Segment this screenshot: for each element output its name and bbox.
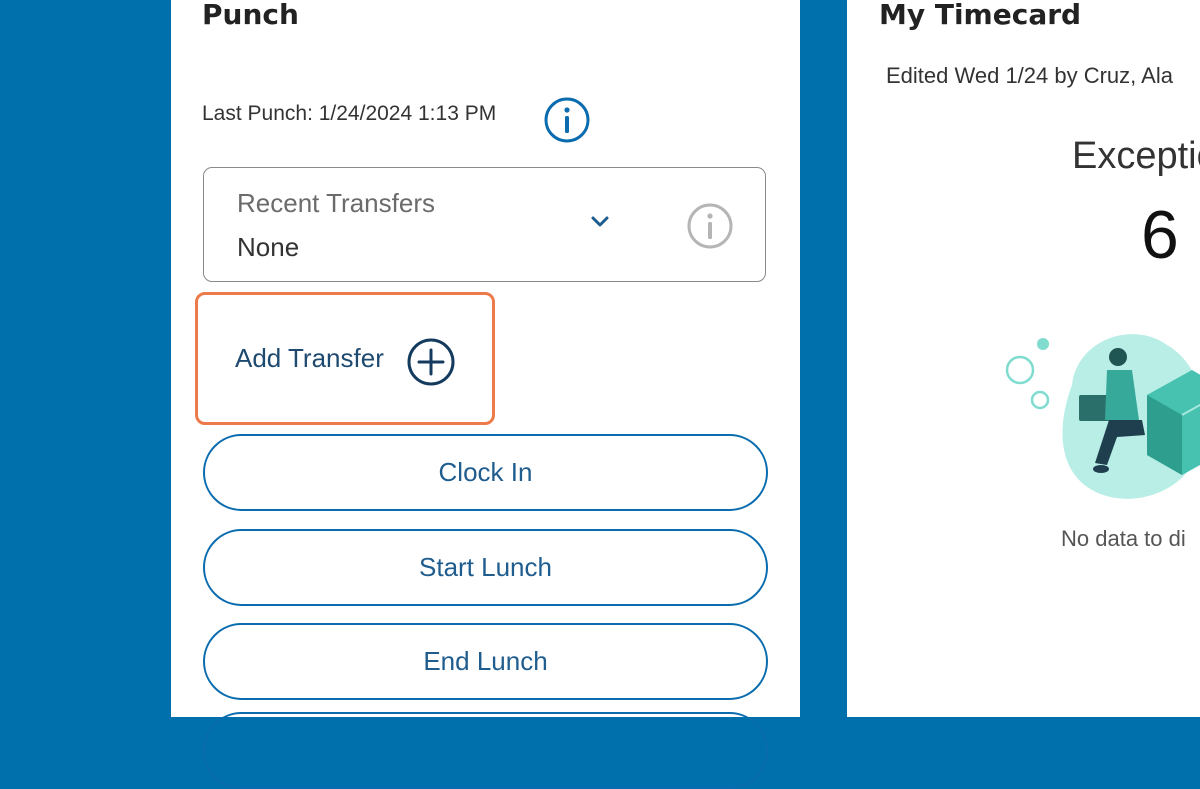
no-data-text: No data to di xyxy=(1061,526,1186,551)
timecard-card: My Timecard Edited Wed 1/24 by Cruz, Ala… xyxy=(847,0,1200,717)
start-lunch-button[interactable]: Start Lunch xyxy=(203,529,768,606)
add-circle-icon xyxy=(406,337,456,387)
punch-title: Punch xyxy=(202,0,299,31)
add-transfer-button[interactable]: Add Transfer xyxy=(195,292,495,425)
timecard-title: My Timecard xyxy=(879,0,1082,31)
empty-state-illustration xyxy=(997,325,1200,515)
end-lunch-button[interactable]: End Lunch xyxy=(203,623,768,700)
clock-in-button[interactable]: Clock In xyxy=(203,434,768,511)
recent-transfers-value: None xyxy=(237,232,300,262)
info-icon[interactable] xyxy=(543,96,591,144)
recent-transfers-select[interactable]: Recent Transfers None xyxy=(203,167,766,282)
edited-text: Edited Wed 1/24 by Cruz, Ala xyxy=(886,63,1173,88)
add-transfer-label: Add Transfer xyxy=(235,343,384,373)
last-punch-text: Last Punch: 1/24/2024 1:13 PM xyxy=(202,102,497,125)
punch-card: Punch Last Punch: 1/24/2024 1:13 PM Rece… xyxy=(171,0,800,789)
exceptions-label: Exceptio xyxy=(1072,135,1200,177)
recent-transfers-label: Recent Transfers xyxy=(237,188,435,218)
chevron-down-icon[interactable] xyxy=(588,210,612,234)
info-icon[interactable] xyxy=(686,202,734,250)
next-punch-button[interactable] xyxy=(203,712,768,789)
exceptions-count[interactable]: 6 xyxy=(1141,196,1179,274)
